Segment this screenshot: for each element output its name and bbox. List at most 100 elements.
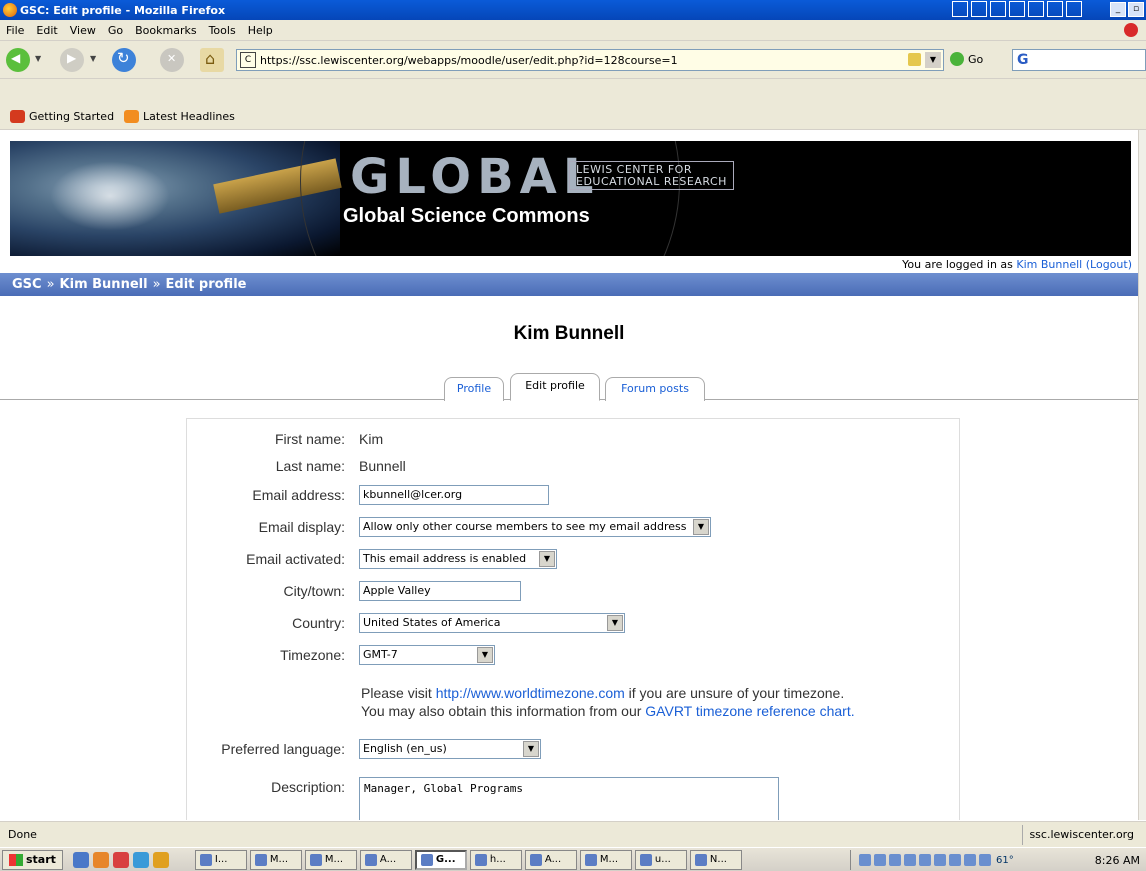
description-label: Description: bbox=[271, 779, 345, 795]
app-icon[interactable] bbox=[1047, 1, 1063, 17]
reload-button[interactable] bbox=[112, 48, 136, 72]
start-button[interactable]: start bbox=[2, 849, 63, 870]
country-select[interactable]: United States of America ▼ bbox=[359, 613, 625, 633]
description-field[interactable]: Manager, Global Programs bbox=[359, 777, 779, 820]
forward-history-dropdown-icon[interactable]: ▼ bbox=[90, 54, 96, 63]
menu-edit[interactable]: Edit bbox=[30, 24, 63, 37]
app-icon[interactable] bbox=[132, 851, 149, 868]
tray-icon[interactable] bbox=[964, 854, 976, 866]
tray-icon[interactable] bbox=[934, 854, 946, 866]
network-icon[interactable] bbox=[904, 854, 916, 866]
bookmark-latest-headlines[interactable]: Latest Headlines bbox=[124, 110, 235, 123]
back-history-dropdown-icon[interactable]: ▼ bbox=[35, 54, 41, 63]
back-button[interactable] bbox=[6, 48, 30, 72]
task-label: M... bbox=[324, 854, 344, 865]
search-box[interactable]: G bbox=[1012, 49, 1146, 71]
app-icon[interactable] bbox=[1066, 1, 1082, 17]
email-row: Email address: kbunnell@lcer.org bbox=[187, 483, 961, 507]
task-label: u... bbox=[654, 854, 671, 865]
volume-icon[interactable] bbox=[874, 854, 886, 866]
global-logo-text: GLOBAL bbox=[350, 149, 600, 205]
lcer-line2: EDUCATIONAL RESEARCH bbox=[576, 174, 727, 188]
minimize-button[interactable]: _ bbox=[1110, 2, 1126, 17]
tray-icon[interactable] bbox=[949, 854, 961, 866]
menu-help[interactable]: Help bbox=[242, 24, 279, 37]
tab-forum-posts[interactable]: Forum posts bbox=[605, 377, 705, 401]
task-button[interactable]: N... bbox=[689, 849, 742, 870]
last-name-value: Bunnell bbox=[359, 458, 406, 474]
titlebar-app-icons bbox=[952, 1, 1082, 17]
app-icon[interactable] bbox=[952, 1, 968, 17]
address-bar[interactable]: C https://ssc.lewiscenter.org/webapps/mo… bbox=[236, 49, 944, 71]
tray-icon[interactable] bbox=[919, 854, 931, 866]
logout-link[interactable]: Logout bbox=[1090, 258, 1128, 271]
email-display-select[interactable]: Allow only other course members to see m… bbox=[359, 517, 711, 537]
show-desktop-icon[interactable] bbox=[72, 851, 89, 868]
email-activated-select[interactable]: This email address is enabled ▼ bbox=[359, 549, 557, 569]
go-button[interactable]: Go bbox=[950, 52, 983, 66]
status-bar: Done ssc.lewiscenter.org bbox=[0, 821, 1146, 847]
task-button[interactable]: M... bbox=[579, 849, 632, 870]
country-value: United States of America bbox=[363, 616, 501, 629]
tab-edit-profile[interactable]: Edit profile bbox=[510, 373, 600, 401]
task-button[interactable]: M... bbox=[304, 849, 357, 870]
last-name-label: Last name: bbox=[275, 458, 345, 474]
url-text[interactable]: https://ssc.lewiscenter.org/webapps/mood… bbox=[260, 54, 678, 67]
menu-file[interactable]: File bbox=[0, 24, 30, 37]
worldtimezone-link[interactable]: http://www.worldtimezone.com bbox=[436, 685, 625, 701]
task-button[interactable]: M... bbox=[249, 849, 302, 870]
city-field[interactable]: Apple Valley bbox=[359, 581, 521, 601]
task-button[interactable]: A... bbox=[524, 849, 577, 870]
language-label: Preferred language: bbox=[221, 741, 345, 757]
vertical-scrollbar[interactable] bbox=[1138, 130, 1146, 820]
stop-button[interactable] bbox=[160, 48, 184, 72]
app-icon[interactable] bbox=[1028, 1, 1044, 17]
email-field[interactable]: kbunnell@lcer.org bbox=[359, 485, 549, 505]
task-button[interactable]: I... bbox=[194, 849, 247, 870]
task-label: A... bbox=[379, 854, 397, 865]
windows-logo-icon bbox=[9, 853, 23, 866]
rss-icon bbox=[124, 110, 140, 123]
bookmark-getting-started[interactable]: Getting Started bbox=[10, 110, 114, 123]
gavrt-timezone-link[interactable]: GAVRT timezone reference chart. bbox=[645, 703, 854, 719]
forward-button[interactable] bbox=[60, 48, 84, 72]
firefox-icon[interactable] bbox=[92, 851, 109, 868]
app-icon[interactable] bbox=[990, 1, 1006, 17]
site-subtitle: Global Science Commons bbox=[343, 205, 590, 227]
language-select[interactable]: English (en_us) ▼ bbox=[359, 739, 541, 759]
clock[interactable]: 8:26 AM bbox=[1095, 854, 1140, 867]
menu-tools[interactable]: Tools bbox=[203, 24, 242, 37]
country-label: Country: bbox=[292, 615, 345, 631]
user-link[interactable]: Kim Bunnell bbox=[1016, 258, 1082, 271]
menu-go[interactable]: Go bbox=[102, 24, 129, 37]
google-search-icon[interactable]: G bbox=[1017, 52, 1029, 68]
tab-profile[interactable]: Profile bbox=[444, 377, 504, 401]
site-banner: GLOBAL LEWIS CENTER FOR EDUCATIONAL RESE… bbox=[10, 141, 1131, 256]
weather-icon[interactable] bbox=[979, 854, 991, 866]
task-icon bbox=[199, 853, 212, 866]
url-history-dropdown-icon[interactable]: ▼ bbox=[925, 52, 941, 68]
home-button[interactable] bbox=[200, 48, 224, 72]
task-button[interactable]: u... bbox=[634, 849, 687, 870]
chevron-down-icon: ▼ bbox=[607, 615, 623, 631]
task-button-active[interactable]: G... bbox=[414, 849, 467, 870]
app-icon[interactable] bbox=[152, 851, 169, 868]
timezone-note-2-pre: You may also obtain this information fro… bbox=[361, 703, 642, 719]
maximize-button[interactable]: ▫ bbox=[1128, 2, 1144, 17]
menu-bookmarks[interactable]: Bookmarks bbox=[129, 24, 202, 37]
breadcrumb-gsc[interactable]: GSC bbox=[12, 277, 42, 292]
app-icon[interactable] bbox=[1009, 1, 1025, 17]
menu-view[interactable]: View bbox=[64, 24, 102, 37]
app-icon[interactable] bbox=[971, 1, 987, 17]
lock-icon[interactable] bbox=[908, 53, 921, 66]
timezone-select[interactable]: GMT-7 ▼ bbox=[359, 645, 495, 665]
email-activated-row: Email activated: This email address is e… bbox=[187, 547, 961, 571]
tray-icon[interactable] bbox=[889, 854, 901, 866]
task-button[interactable]: A... bbox=[359, 849, 412, 870]
tray-icon[interactable] bbox=[859, 854, 871, 866]
app-icon[interactable] bbox=[112, 851, 129, 868]
language-value: English (en_us) bbox=[363, 742, 447, 755]
email-display-label: Email display: bbox=[258, 519, 345, 535]
breadcrumb-user[interactable]: Kim Bunnell bbox=[60, 277, 148, 292]
task-button[interactable]: h... bbox=[469, 849, 522, 870]
